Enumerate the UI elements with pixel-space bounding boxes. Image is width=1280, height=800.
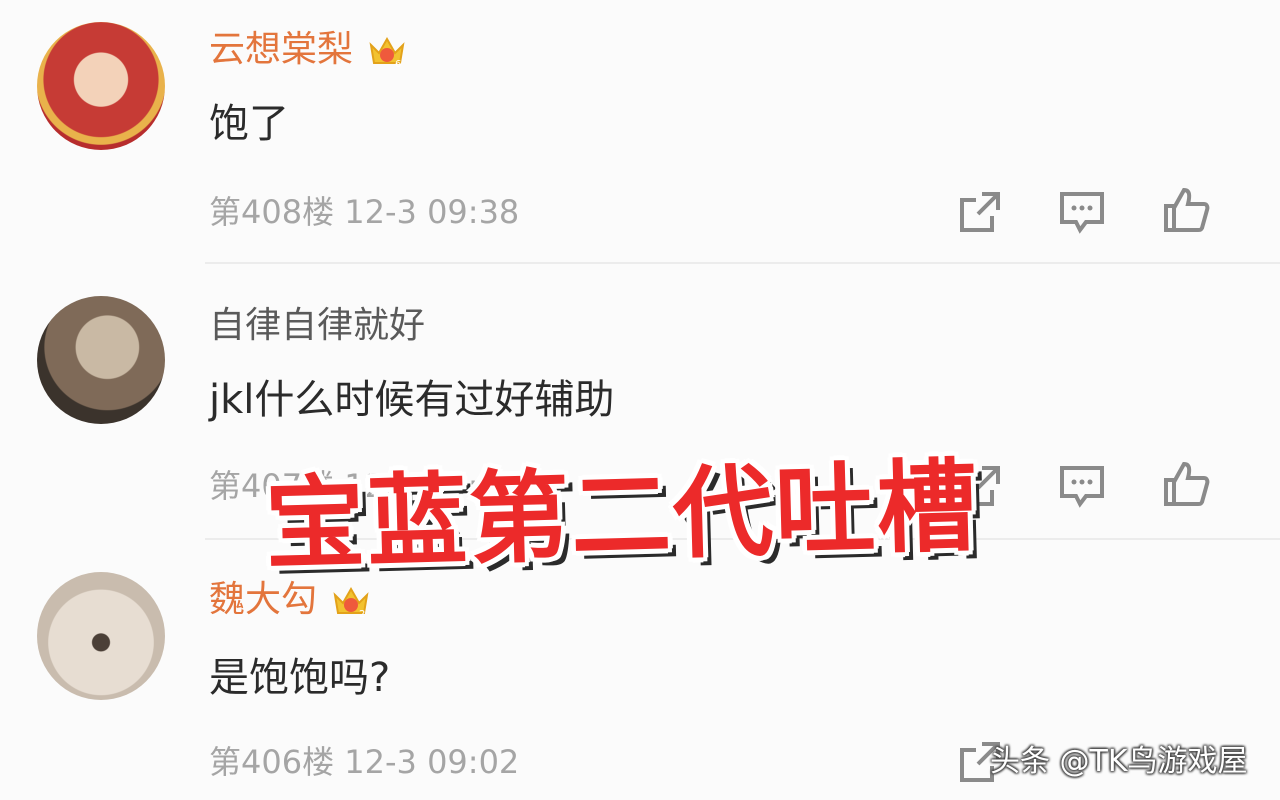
comment-text: 饱了 [209, 101, 289, 147]
svg-text:6: 6 [395, 59, 401, 70]
watermark: 头条 @TK鸟游戏屋 [990, 744, 1248, 779]
crown-icon: 6 [369, 36, 405, 70]
floor-number: 第406楼 [209, 743, 335, 781]
avatar[interactable] [37, 22, 165, 150]
comment-icon[interactable] [1058, 462, 1106, 510]
avatar[interactable] [37, 296, 165, 424]
comment-meta: 第406楼 12-3 09:02 [209, 742, 519, 782]
like-icon[interactable] [1162, 460, 1210, 508]
like-icon[interactable] [1162, 186, 1210, 234]
overlay-title: 宝蓝第二代吐槽 [263, 447, 981, 584]
svg-text:2: 2 [359, 609, 365, 620]
floor-number: 第408楼 [209, 193, 335, 231]
crown-icon: 2 [333, 586, 369, 620]
comment-time: 12-3 09:38 [344, 193, 520, 231]
comment-icon[interactable] [1058, 188, 1106, 236]
avatar[interactable] [37, 572, 165, 700]
username[interactable]: 自律自律就好 [209, 304, 425, 348]
username[interactable]: 云想棠梨 6 [209, 28, 407, 72]
comment-time: 12-3 09:02 [344, 743, 520, 781]
comment-text: 是饱饱吗? [209, 655, 391, 701]
comment-meta: 第408楼 12-3 09:38 [209, 192, 519, 232]
divider [205, 262, 1280, 264]
comment-text: jkl什么时候有过好辅助 [209, 377, 615, 423]
share-icon[interactable] [956, 188, 1004, 236]
